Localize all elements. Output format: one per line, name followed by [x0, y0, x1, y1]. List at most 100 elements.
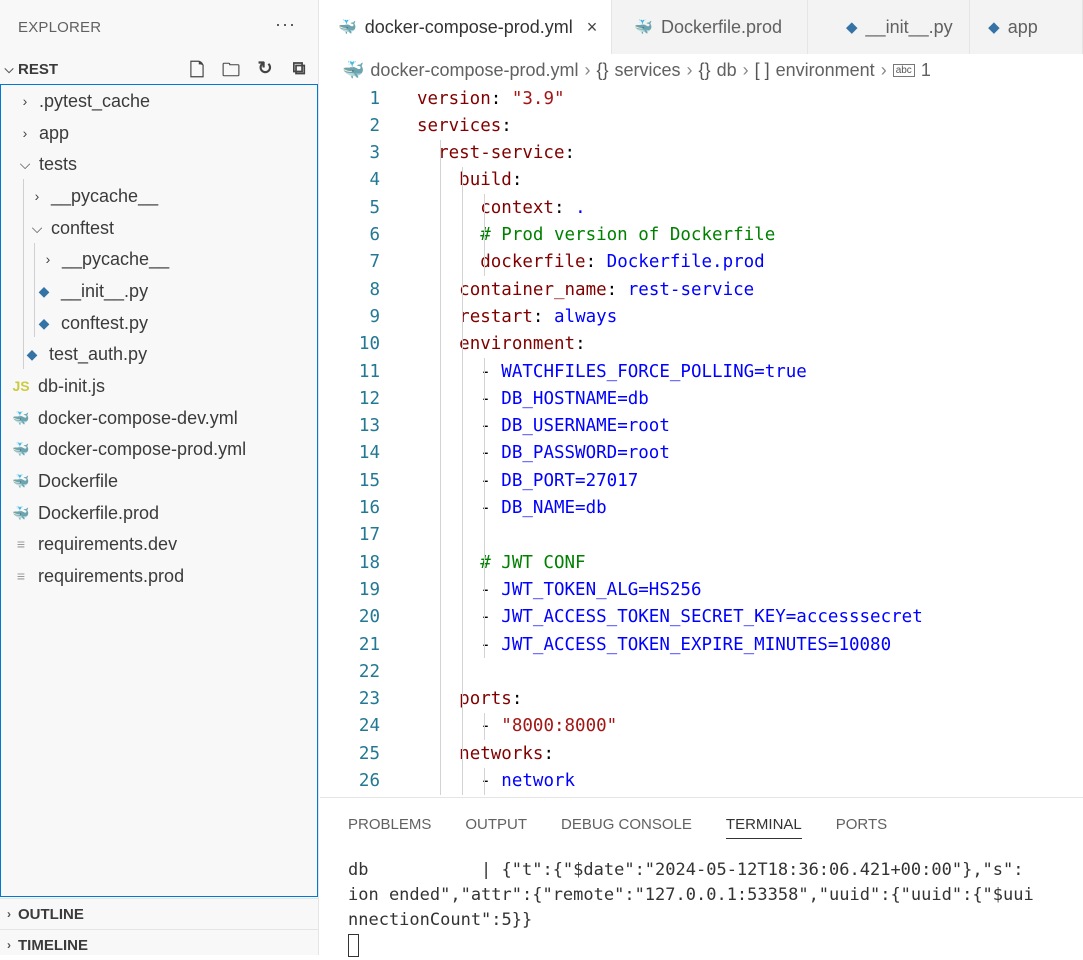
- tree-item-init-py[interactable]: ◆ __init__.py: [34, 276, 148, 306]
- timeline-label: TIMELINE: [18, 936, 88, 954]
- tree-item-conftest-py[interactable]: ◆ conftest.py: [34, 308, 148, 338]
- code-text: - "8000:8000": [480, 716, 618, 737]
- code-line[interactable]: 6 # Prod version of Dockerfile: [320, 222, 1083, 249]
- tab-debug-console[interactable]: DEBUG CONSOLE: [561, 816, 692, 839]
- code-line[interactable]: 15 - DB_PORT=27017: [320, 467, 1083, 494]
- chevron-right-icon: ›: [45, 251, 51, 267]
- tree-item-requirements-dev[interactable]: ≡ requirements.dev: [11, 529, 177, 559]
- tree-item-label: Dockerfile: [38, 470, 119, 491]
- code-line[interactable]: 1 version: "3.9": [320, 85, 1083, 112]
- code-text: - DB_USERNAME=root: [480, 416, 670, 437]
- ellipsis-icon[interactable]: ···: [275, 14, 296, 35]
- tab-ports[interactable]: PORTS: [836, 816, 887, 839]
- code-line[interactable]: 9 restart: always: [320, 303, 1083, 330]
- python-icon: ◆: [38, 314, 50, 331]
- tree-item-dockerfile-prod[interactable]: 🐳 Dockerfile.prod: [11, 498, 159, 528]
- code-line[interactable]: 4 build:: [320, 167, 1083, 194]
- tree-item-db-init[interactable]: JS db-init.js: [11, 371, 105, 401]
- tree-item-dockerfile[interactable]: 🐳 Dockerfile: [11, 466, 118, 496]
- close-icon[interactable]: ×: [587, 17, 598, 38]
- chevron-down-icon: ⌵: [31, 219, 43, 236]
- code-line[interactable]: 10 environment:: [320, 331, 1083, 358]
- folder-header-rest[interactable]: ⌵ REST 🗋 🗀 ↻ ⧉: [0, 54, 319, 84]
- python-icon: ◆: [988, 19, 1000, 36]
- code-line[interactable]: 13 - DB_USERNAME=root: [320, 413, 1083, 440]
- line-number: 26: [358, 771, 380, 791]
- code-line[interactable]: 5 context: .: [320, 194, 1083, 221]
- code-line[interactable]: 18 # JWT CONF: [320, 549, 1083, 576]
- bottom-panel: PROBLEMS OUTPUT DEBUG CONSOLE TERMINAL P…: [320, 797, 1083, 958]
- line-number: 9: [369, 306, 380, 327]
- breadcrumb-services[interactable]: services: [615, 60, 681, 81]
- tab-docker-compose-prod[interactable]: 🐳 docker-compose-prod.yml ×: [320, 0, 613, 54]
- line-number: 3: [369, 143, 380, 164]
- tree-item-compose-prod[interactable]: 🐳 docker-compose-prod.yml: [11, 434, 246, 464]
- code-line[interactable]: 22: [320, 658, 1083, 685]
- code-line[interactable]: 23 ports:: [320, 686, 1083, 713]
- tree-item-pycache-nested[interactable]: › __pycache__: [40, 244, 169, 274]
- tree-item-requirements-prod[interactable]: ≡ requirements.prod: [11, 561, 184, 591]
- tab-output[interactable]: OUTPUT: [465, 816, 527, 839]
- tab-terminal[interactable]: TERMINAL: [725, 816, 802, 839]
- code-text: ports:: [459, 689, 523, 710]
- chevron-right-icon: ›: [742, 59, 749, 80]
- code-line[interactable]: 17: [320, 522, 1083, 549]
- code-line[interactable]: 7 dockerfile: Dockerfile.prod: [320, 249, 1083, 276]
- code-text: - JWT_TOKEN_ALG=HS256: [480, 579, 702, 600]
- breadcrumb: 🐳 docker-compose-prod.yml › {} services …: [342, 56, 931, 84]
- code-line[interactable]: 3 rest-service:: [320, 140, 1083, 167]
- code-line[interactable]: 25 networks:: [320, 740, 1083, 767]
- line-number: 15: [358, 470, 380, 491]
- object-icon: {}: [596, 59, 609, 80]
- chevron-down-icon: ⌵: [4, 61, 14, 76]
- breadcrumb-db[interactable]: db: [717, 60, 737, 81]
- chevron-right-icon: ›: [7, 907, 11, 921]
- tab-init-py[interactable]: ◆ __init__.py: [808, 0, 971, 54]
- line-number: 6: [369, 225, 380, 245]
- docker-compose-icon: 🐳: [338, 19, 357, 36]
- tree-item-app[interactable]: › app: [17, 118, 69, 148]
- code-line[interactable]: 20 - JWT_ACCESS_TOKEN_SECRET_KEY=accesss…: [320, 604, 1083, 631]
- code-line[interactable]: 26 - network: [320, 768, 1083, 795]
- code-text: restart: always: [459, 306, 618, 327]
- tab-problems[interactable]: PROBLEMS: [348, 816, 431, 839]
- code-line[interactable]: 12 - DB_HOSTNAME=db: [320, 385, 1083, 412]
- indent-guide: [440, 139, 441, 795]
- code-text: networks:: [459, 743, 554, 764]
- code-line[interactable]: 16 - DB_NAME=db: [320, 495, 1083, 522]
- terminal-line: nnectionCount":5}}: [348, 910, 533, 930]
- tree-item-compose-dev[interactable]: 🐳 docker-compose-dev.yml: [11, 403, 238, 433]
- tree-item-test-auth[interactable]: ◆ test_auth.py: [22, 339, 147, 369]
- breadcrumb-environment[interactable]: environment: [776, 60, 875, 81]
- text-file-icon: ≡: [16, 536, 26, 552]
- chevron-right-icon: ›: [22, 125, 28, 141]
- line-number: 16: [358, 498, 380, 518]
- code-line[interactable]: 8 container_name: rest-service: [320, 276, 1083, 303]
- code-line[interactable]: 14 - DB_PASSWORD=root: [320, 440, 1083, 467]
- tree-item-pytest-cache[interactable]: › .pytest_cache: [17, 86, 150, 116]
- outline-section[interactable]: › OUTLINE: [0, 898, 319, 929]
- tab-app[interactable]: ◆ app: [970, 0, 1083, 54]
- tree-item-tests[interactable]: ⌵ tests: [17, 149, 77, 179]
- code-line[interactable]: 24 - "8000:8000": [320, 713, 1083, 740]
- breadcrumb-file[interactable]: docker-compose-prod.yml: [370, 60, 578, 81]
- python-icon: ◆: [26, 345, 38, 362]
- code-editor[interactable]: 1 version: "3.9" 2 services: 3 rest-service:…: [320, 84, 1083, 797]
- tree-item-label: db-init.js: [38, 375, 106, 396]
- code-line[interactable]: 11 - WATCHFILES_FORCE_POLLING=true: [320, 358, 1083, 385]
- code-line[interactable]: 21 - JWT_ACCESS_TOKEN_EXPIRE_MINUTES=100…: [320, 631, 1083, 658]
- tab-dockerfile-prod[interactable]: 🐳 Dockerfile.prod: [612, 0, 808, 54]
- code-text: - DB_PORT=27017: [480, 470, 639, 491]
- code-line[interactable]: 2 services:: [320, 112, 1083, 139]
- chevron-down-icon: ⌵: [19, 155, 31, 172]
- tree-item-conftest-folder[interactable]: ⌵ conftest: [29, 213, 114, 243]
- tree-item-label: docker-compose-dev.yml: [38, 407, 238, 428]
- docker-icon: 🐳: [12, 504, 30, 521]
- breadcrumb-item[interactable]: 1: [921, 60, 931, 81]
- timeline-section[interactable]: › TIMELINE: [0, 929, 319, 960]
- code-text: - JWT_ACCESS_TOKEN_EXPIRE_MINUTES=10080: [480, 634, 892, 655]
- code-line[interactable]: 19 - JWT_TOKEN_ALG=HS256: [320, 576, 1083, 603]
- terminal-output[interactable]: db | {"t":{"$date":"2024-05-12T18:36:06.…: [348, 858, 1034, 958]
- tab-label: __init__.py: [865, 16, 953, 37]
- tree-item-pycache[interactable]: › __pycache__: [29, 181, 158, 211]
